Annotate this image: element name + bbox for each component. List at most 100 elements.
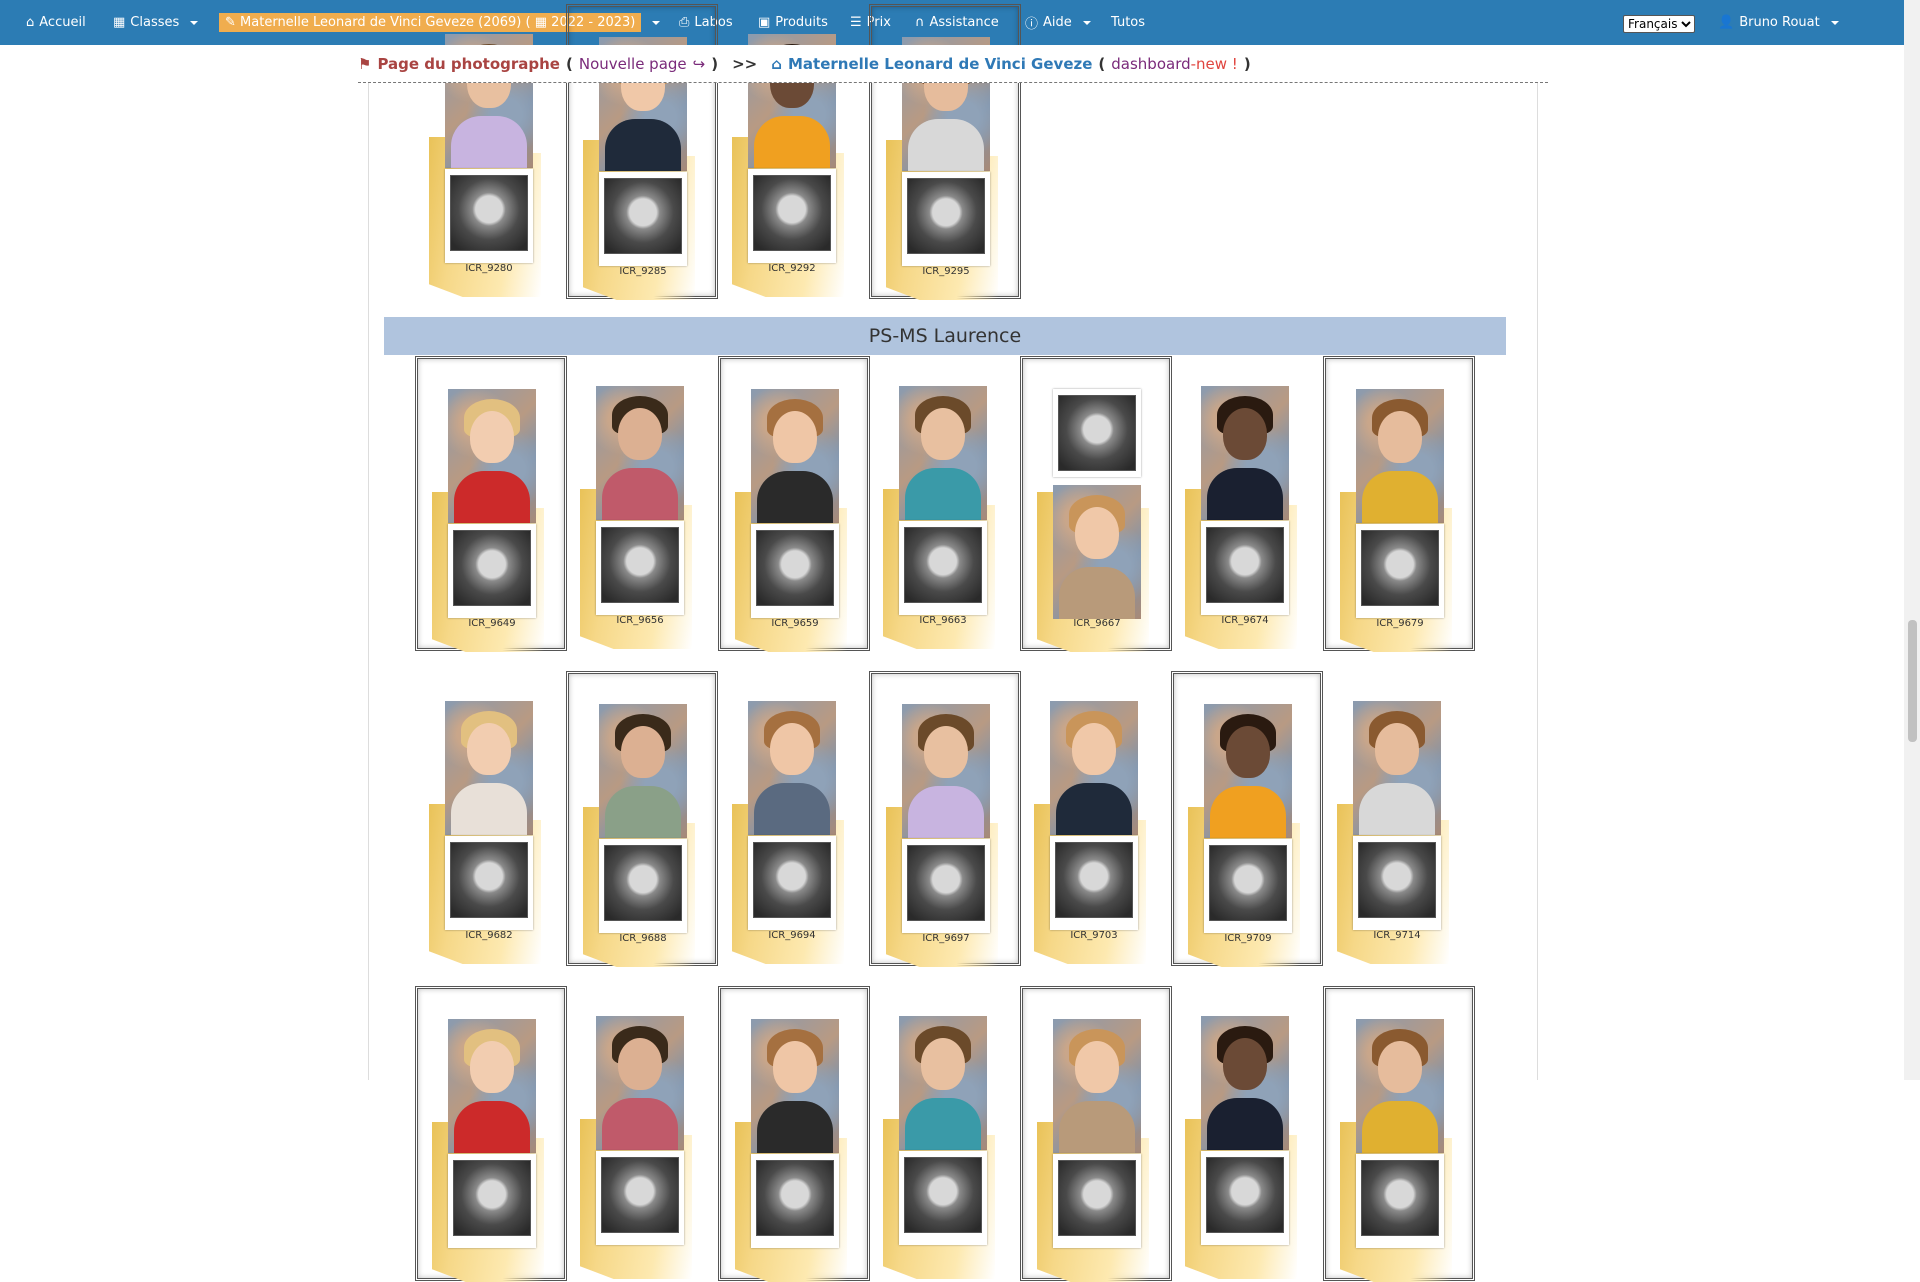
bw-portrait-image bbox=[1361, 530, 1439, 606]
bw-portrait-photo[interactable] bbox=[599, 839, 687, 933]
color-portrait-photo[interactable] bbox=[448, 1019, 536, 1153]
color-portrait-photo[interactable] bbox=[902, 704, 990, 838]
portrait-face bbox=[467, 723, 511, 775]
bw-portrait-photo[interactable] bbox=[1201, 1151, 1289, 1245]
nav-user-dropdown[interactable]: 👤 Bruno Rouat bbox=[1718, 0, 1839, 45]
school-link[interactable]: Maternelle Leonard de Vinci Geveze bbox=[788, 55, 1092, 73]
color-portrait-photo[interactable] bbox=[751, 1019, 839, 1153]
photo-card[interactable]: ICR_9682 bbox=[415, 671, 567, 966]
color-portrait-photo[interactable] bbox=[899, 386, 987, 520]
portrait-clothing bbox=[1362, 1101, 1438, 1153]
bw-portrait-photo[interactable] bbox=[448, 524, 536, 618]
color-portrait-photo[interactable] bbox=[1201, 1016, 1289, 1150]
nav-classes-dropdown[interactable]: ▦ Classes bbox=[113, 0, 199, 45]
bw-portrait-photo[interactable] bbox=[902, 839, 990, 933]
color-portrait-photo[interactable] bbox=[1356, 389, 1444, 523]
color-portrait-photo[interactable] bbox=[596, 386, 684, 520]
color-portrait-photo[interactable] bbox=[1053, 1019, 1141, 1153]
grid-icon: ▦ bbox=[113, 15, 126, 30]
bw-portrait-photo[interactable] bbox=[748, 836, 836, 930]
photo-card[interactable]: ICR_9659 bbox=[718, 356, 870, 652]
photo-card[interactable]: ICR_9714 bbox=[1323, 671, 1475, 966]
home-icon: ⌂ bbox=[26, 15, 35, 30]
bw-portrait-photo[interactable] bbox=[748, 169, 836, 263]
photographer-page-link[interactable]: Page du photographe bbox=[377, 55, 560, 73]
portrait-face bbox=[1223, 1038, 1267, 1090]
color-portrait-photo[interactable] bbox=[1356, 1019, 1444, 1153]
language-select[interactable]: Français bbox=[1623, 15, 1695, 33]
photo-card[interactable]: ICR_9679 bbox=[1323, 356, 1475, 652]
bw-portrait-image bbox=[450, 175, 528, 251]
bw-portrait-photo[interactable] bbox=[1053, 1154, 1141, 1248]
color-portrait-photo[interactable] bbox=[748, 701, 836, 835]
bw-portrait-photo[interactable] bbox=[751, 524, 839, 618]
dashboard-new-label: -new ! bbox=[1190, 54, 1238, 73]
color-portrait-photo[interactable] bbox=[899, 1016, 987, 1150]
bw-portrait-image bbox=[907, 845, 985, 921]
color-portrait-photo[interactable] bbox=[445, 701, 533, 835]
photo-card[interactable]: ICR_9649 bbox=[415, 356, 567, 652]
bw-portrait-image bbox=[1055, 842, 1133, 918]
photo-card[interactable]: ICR_9697 bbox=[869, 671, 1021, 967]
bw-portrait-photo[interactable] bbox=[1353, 836, 1441, 930]
photo-label: ICR_9674 bbox=[1221, 615, 1269, 626]
bw-portrait-photo[interactable] bbox=[596, 1151, 684, 1245]
photo-card[interactable]: ICR_9694 bbox=[718, 671, 870, 966]
color-portrait-photo[interactable] bbox=[1050, 701, 1138, 835]
nav-home[interactable]: ⌂ Accueil bbox=[26, 0, 86, 45]
color-portrait-photo[interactable] bbox=[1353, 701, 1441, 835]
bw-portrait-photo[interactable] bbox=[899, 1151, 987, 1245]
color-portrait-photo[interactable] bbox=[596, 1016, 684, 1150]
bw-portrait-photo[interactable] bbox=[1050, 836, 1138, 930]
portrait-clothing bbox=[1059, 1101, 1135, 1153]
color-portrait-photo[interactable] bbox=[751, 389, 839, 523]
bw-portrait-photo[interactable] bbox=[751, 1154, 839, 1248]
photo-card[interactable]: ICR_9674 bbox=[1171, 356, 1323, 651]
color-portrait-photo[interactable] bbox=[448, 389, 536, 523]
bw-portrait-photo[interactable] bbox=[1356, 1154, 1444, 1248]
color-portrait-photo[interactable] bbox=[1204, 704, 1292, 838]
bw-portrait-photo[interactable] bbox=[902, 172, 990, 266]
photo-card[interactable]: ICR_9709 bbox=[1171, 671, 1323, 967]
new-page-link[interactable]: Nouvelle page bbox=[579, 55, 687, 73]
photo-card[interactable] bbox=[415, 986, 567, 1282]
portrait-clothing bbox=[908, 786, 984, 838]
bw-portrait-photo[interactable] bbox=[445, 836, 533, 930]
bw-portrait-photo[interactable] bbox=[445, 169, 533, 263]
bw-portrait-photo[interactable] bbox=[1356, 524, 1444, 618]
portrait-clothing bbox=[454, 1101, 530, 1153]
photo-card[interactable]: ICR_9663 bbox=[869, 356, 1021, 651]
color-portrait-photo[interactable] bbox=[599, 704, 687, 838]
bw-portrait-image bbox=[604, 845, 682, 921]
nav-tutorials[interactable]: Tutos bbox=[1111, 0, 1145, 45]
photo-card[interactable] bbox=[566, 986, 718, 1281]
scrollbar[interactable] bbox=[1904, 0, 1920, 1080]
nav-help-dropdown[interactable]: ⓘ Aide bbox=[1025, 0, 1091, 45]
color-portrait-photo[interactable] bbox=[1053, 485, 1141, 619]
color-portrait-photo[interactable] bbox=[1201, 386, 1289, 520]
portrait-face bbox=[1075, 1041, 1119, 1093]
bw-portrait-photo[interactable] bbox=[1201, 521, 1289, 615]
photo-card[interactable] bbox=[1171, 986, 1323, 1281]
photo-label: ICR_9649 bbox=[468, 618, 516, 629]
bw-portrait-photo[interactable] bbox=[448, 1154, 536, 1248]
bw-portrait-photo[interactable] bbox=[1204, 839, 1292, 933]
edit-icon: ✎ bbox=[225, 15, 236, 30]
bw-portrait-image bbox=[904, 527, 982, 603]
portrait-clothing bbox=[757, 471, 833, 523]
bw-portrait-photo[interactable] bbox=[1053, 389, 1141, 477]
bw-portrait-photo[interactable] bbox=[599, 172, 687, 266]
dashboard-link[interactable]: dashboard-new ! bbox=[1111, 55, 1238, 73]
photo-card[interactable] bbox=[869, 986, 1021, 1281]
photo-card[interactable] bbox=[1323, 986, 1475, 1282]
breadcrumb: ⚑ Page du photographe ( Nouvelle page ↪ … bbox=[358, 45, 1548, 83]
bw-portrait-photo[interactable] bbox=[899, 521, 987, 615]
photo-card[interactable] bbox=[1020, 986, 1172, 1282]
photo-card[interactable]: ICR_9656 bbox=[566, 356, 718, 651]
photo-card[interactable]: ICR_9667 bbox=[1020, 356, 1172, 652]
photo-card[interactable]: ICR_9703 bbox=[1020, 671, 1172, 966]
bw-portrait-photo[interactable] bbox=[596, 521, 684, 615]
photo-card[interactable]: ICR_9688 bbox=[566, 671, 718, 967]
scrollbar-thumb[interactable] bbox=[1908, 620, 1917, 742]
photo-card[interactable] bbox=[718, 986, 870, 1282]
